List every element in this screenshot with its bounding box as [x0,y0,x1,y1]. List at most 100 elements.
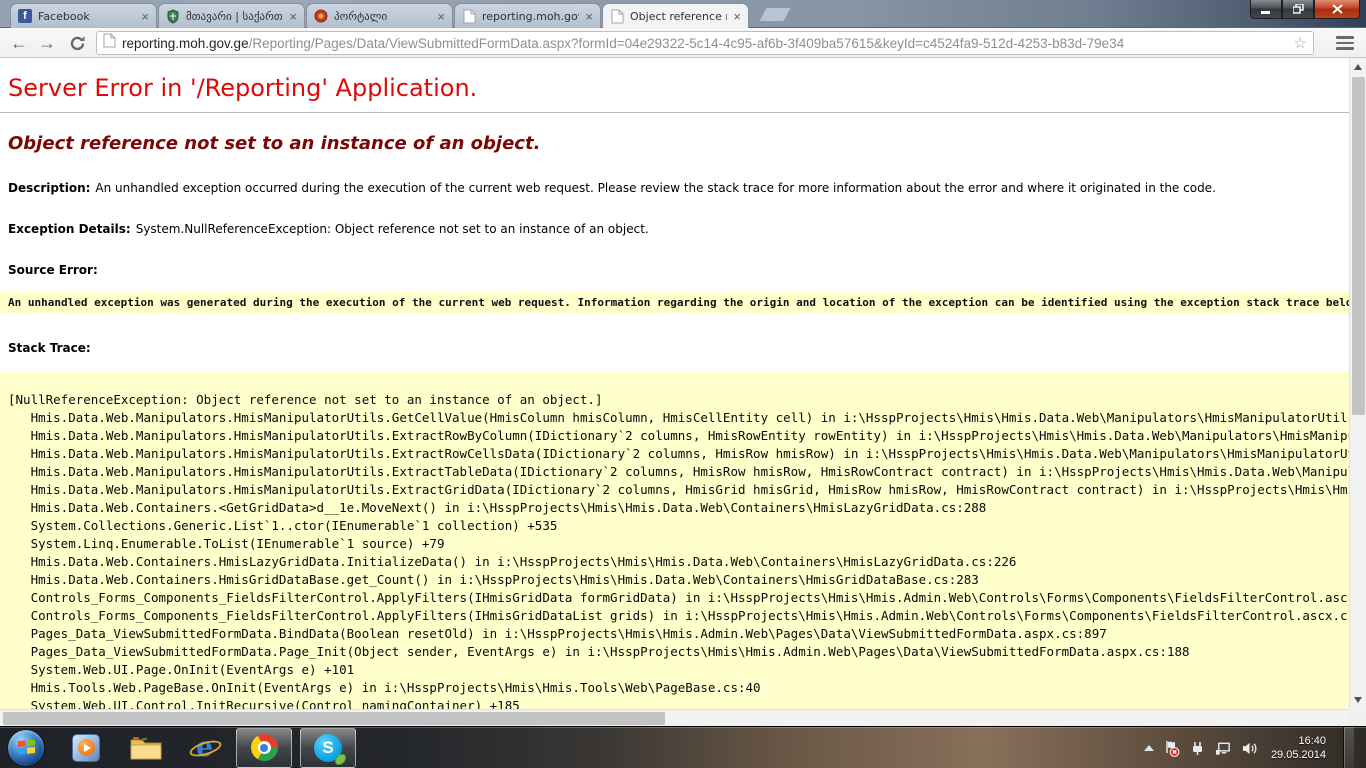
tab-close-icon[interactable]: × [436,10,446,23]
chrome-button[interactable] [236,728,292,768]
source-error-box: An unhandled exception was generated dur… [0,291,1349,314]
tab-error-page-active[interactable]: Object reference not set to × [602,3,749,28]
skype-icon: S [314,734,342,762]
horizontal-scroll-thumb[interactable] [3,712,665,725]
close-button[interactable] [1314,0,1360,19]
show-desktop-button[interactable] [1343,727,1354,768]
folder-icon [130,735,162,761]
scrollbar-corner [1349,709,1366,726]
stack-trace-line: Hmis.Data.Web.Manipulators.HmisManipulat… [8,409,1341,427]
shield-icon [165,8,181,24]
url-path: /Reporting/Pages/Data/ViewSubmittedFormD… [249,36,1125,51]
file-explorer-button[interactable] [124,728,168,768]
tray-expand-icon[interactable] [1144,745,1154,751]
source-error-label: Source Error: [8,263,1339,277]
scroll-down-icon[interactable] [1354,697,1362,703]
scroll-up-icon[interactable] [1354,64,1362,70]
power-plug-icon[interactable] [1189,740,1206,757]
system-tray: 16:40 29.05.2014 [1144,727,1354,768]
stack-trace-line: Hmis.Data.Web.Containers.HmisLazyGridDat… [8,553,1341,571]
emblem-icon [313,8,329,24]
browser-titlebar: f Facebook × მთავარი | საქართველოს × პორ… [0,0,1366,28]
volume-icon[interactable] [1241,740,1258,757]
taskbar-clock[interactable]: 16:40 29.05.2014 [1271,734,1326,762]
skype-button[interactable]: S [300,728,356,768]
page-icon [103,33,116,53]
vertical-scroll-thumb[interactable] [1352,77,1365,415]
tab-close-icon[interactable]: × [732,10,742,23]
tab-title: reporting.moh.gov.ge/Re [482,10,579,23]
browser-toolbar: ← → reporting.moh.gov.ge/Reporting/Pages… [0,28,1366,58]
network-icon[interactable] [1215,740,1232,757]
vertical-scrollbar[interactable] [1349,58,1366,709]
page-icon [461,8,477,24]
stack-trace-line: Hmis.Data.Web.Containers.HmisGridDataBas… [8,571,1341,589]
stack-trace-line: Hmis.Data.Web.Containers.<GetGridData>d_… [8,499,1341,517]
new-tab-button[interactable] [758,7,792,22]
internet-explorer-button[interactable]: e [184,728,228,768]
desktop-screen: f Facebook × მთავარი | საქართველოს × პორ… [0,0,1366,768]
tab-facebook[interactable]: f Facebook × [10,3,157,28]
tab-title: Facebook [38,10,135,23]
page-title: Server Error in '/Reporting' Application… [8,74,1339,102]
restore-button[interactable] [1282,0,1314,19]
url-domain: reporting.moh.gov.ge [122,36,249,51]
stack-trace-line: Hmis.Tools.Web.PageBase.OnInit(EventArgs… [8,679,1341,697]
tab-portal[interactable]: პორტალი × [306,3,453,28]
menu-icon[interactable] [1332,34,1358,52]
divider [0,112,1349,113]
error-message: Object reference not set to an instance … [8,133,1339,154]
tab-georgian-home[interactable]: მთავარი | საქართველოს × [158,3,305,28]
browser-viewport: Server Error in '/Reporting' Application… [0,58,1366,726]
address-bar[interactable]: reporting.moh.gov.ge/Reporting/Pages/Dat… [96,31,1314,55]
tab-strip: f Facebook × მთავარი | საქართველოს × პორ… [10,3,750,28]
back-button[interactable]: ← [6,31,32,55]
windows-logo-icon [7,729,45,767]
stack-trace-line: System.Web.UI.Page.OnInit(EventArgs e) +… [8,661,1341,679]
stack-trace-label: Stack Trace: [8,341,1339,355]
clock-time: 16:40 [1271,734,1326,748]
internet-explorer-icon: e [191,733,221,763]
taskbar: e S 16:40 29.05.2014 [0,726,1366,768]
start-button[interactable] [4,728,48,768]
facebook-icon: f [17,8,33,24]
stack-trace-line: Hmis.Data.Web.Manipulators.HmisManipulat… [8,481,1341,499]
tab-close-icon[interactable]: × [584,10,594,23]
exception-details-text: System.NullReferenceException: Object re… [136,222,649,236]
description-text: An unhandled exception occurred during t… [95,181,1215,195]
bookmark-star-icon[interactable]: ☆ [1294,34,1307,52]
stack-trace-box: [NullReferenceException: Object referenc… [0,371,1349,709]
stack-trace-line: Pages_Data_ViewSubmittedFormData.Page_In… [8,643,1341,661]
description-line: Description: An unhandled exception occur… [8,181,1339,195]
stack-trace-line: Hmis.Data.Web.Manipulators.HmisManipulat… [8,445,1341,463]
minimize-button[interactable] [1250,0,1282,19]
exception-details-label: Exception Details: [8,222,131,236]
horizontal-scrollbar[interactable] [0,709,1349,726]
chrome-icon [251,734,278,761]
stack-trace-line: Hmis.Data.Web.Manipulators.HmisManipulat… [8,463,1341,481]
clock-date: 29.05.2014 [1271,748,1326,762]
stack-trace-line: System.Linq.Enumerable.ToList(IEnumerabl… [8,535,1341,553]
media-player-icon [72,734,100,762]
stack-trace-line: [NullReferenceException: Object referenc… [8,391,1341,409]
reload-icon[interactable] [64,31,90,55]
stack-trace-line: System.Web.UI.Control.InitRecursive(Cont… [8,697,1341,709]
exception-details-line: Exception Details: System.NullReferenceEx… [8,222,1339,236]
action-center-flag-icon[interactable] [1163,740,1180,757]
tab-title: Object reference not set to [630,10,727,23]
tab-title: მთავარი | საქართველოს [186,10,283,23]
stack-trace-line: System.Collections.Generic.List`1..ctor(… [8,517,1341,535]
description-label: Description: [8,181,90,195]
window-controls [1250,0,1360,19]
media-player-button[interactable] [64,728,108,768]
stack-trace-line: Controls_Forms_Components_FieldsFilterCo… [8,607,1341,625]
tab-close-icon[interactable]: × [288,10,298,23]
stack-trace-line: Pages_Data_ViewSubmittedFormData.BindDat… [8,625,1341,643]
tab-title: პორტალი [334,10,431,23]
page-icon [609,8,625,24]
tab-close-icon[interactable]: × [140,10,150,23]
url-text[interactable]: reporting.moh.gov.ge/Reporting/Pages/Dat… [122,36,1288,51]
forward-button[interactable]: → [34,31,60,55]
error-page: Server Error in '/Reporting' Application… [0,58,1349,709]
tab-reporting[interactable]: reporting.moh.gov.ge/Re × [454,3,601,28]
